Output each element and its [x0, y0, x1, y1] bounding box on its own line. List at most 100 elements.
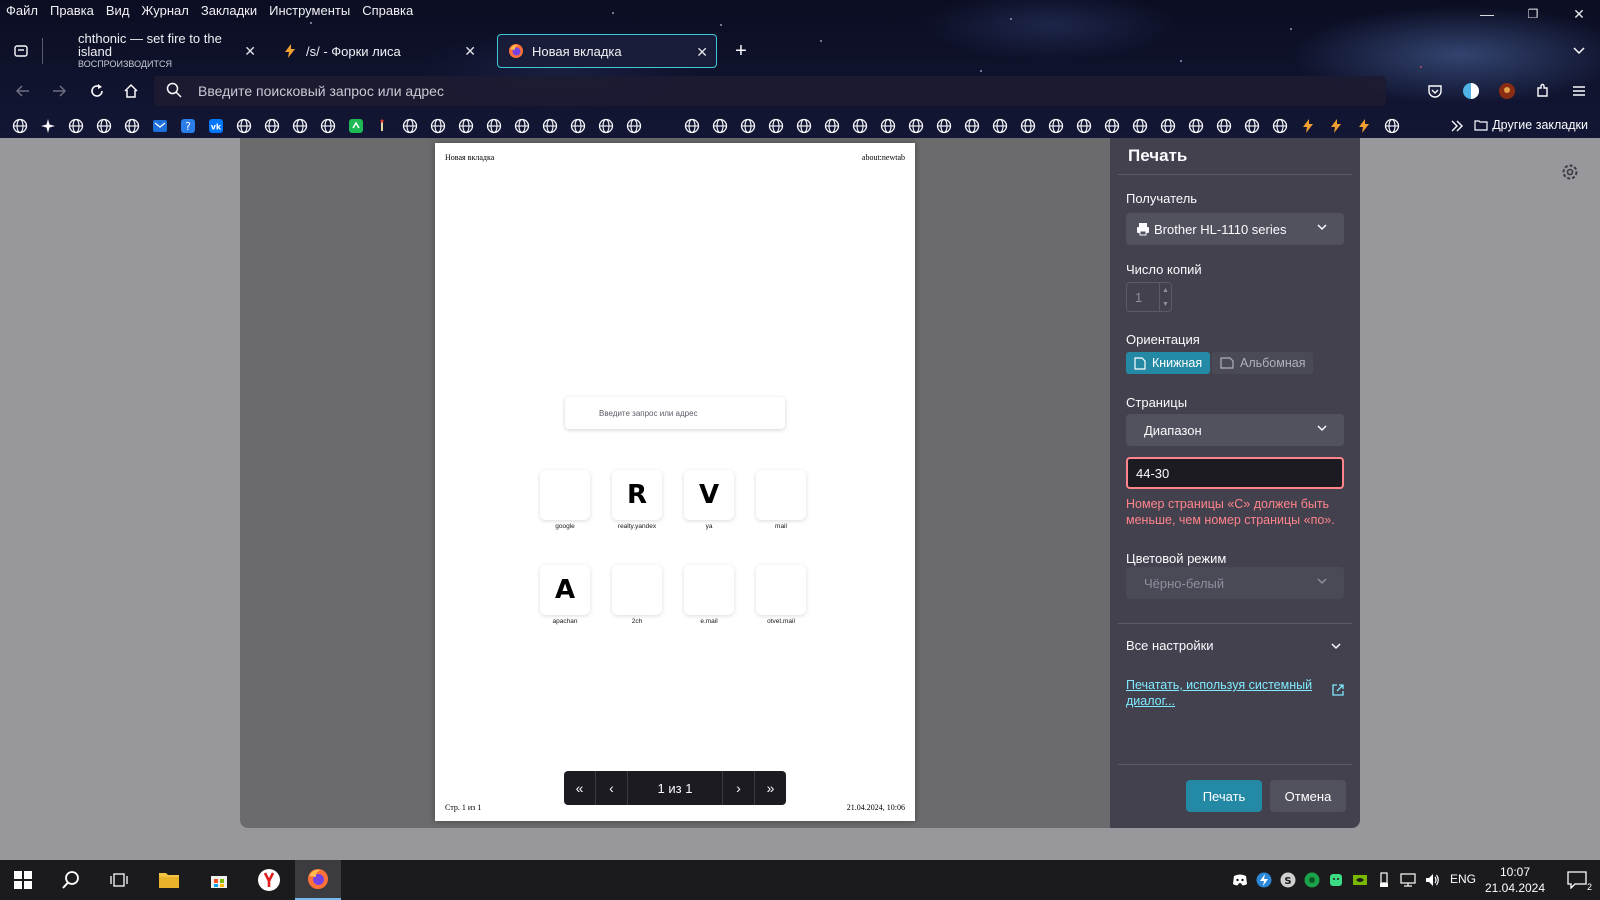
home-button[interactable]	[114, 74, 148, 108]
globe-icon[interactable]	[11, 117, 29, 135]
globe-icon[interactable]	[597, 117, 615, 135]
more-settings-toggle[interactable]: Все настройки	[1126, 633, 1344, 657]
file-explorer-button[interactable]	[146, 860, 192, 900]
copies-stepper[interactable]: ▲ ▼	[1159, 283, 1171, 311]
discord-icon[interactable]	[1232, 872, 1248, 888]
tab-forks[interactable]: /s/ - Форки лиса ✕	[272, 34, 484, 68]
green-app-icon[interactable]	[347, 117, 365, 135]
print-button[interactable]: Печать	[1186, 780, 1262, 812]
globe-icon[interactable]	[1159, 117, 1177, 135]
next-page-button[interactable]: ›	[722, 771, 754, 805]
steam-tray-icon[interactable]: S	[1280, 872, 1296, 888]
page-range-input[interactable]: 44-30	[1126, 457, 1344, 489]
lightning-icon[interactable]	[1299, 117, 1317, 135]
globe-icon[interactable]	[67, 117, 85, 135]
green-shield-icon[interactable]	[1304, 872, 1320, 888]
nvidia-icon[interactable]	[1352, 872, 1368, 888]
globe-icon[interactable]	[625, 117, 643, 135]
external-link-icon[interactable]	[1332, 684, 1344, 696]
cancel-button[interactable]: Отмена	[1270, 780, 1346, 812]
globe-icon[interactable]	[1103, 117, 1121, 135]
globe-icon[interactable]	[485, 117, 503, 135]
volume-icon[interactable]	[1424, 872, 1440, 888]
globe-icon[interactable]	[739, 117, 757, 135]
menu-edit[interactable]: Правка	[50, 3, 94, 18]
network-icon[interactable]	[1400, 872, 1416, 888]
globe-icon[interactable]	[569, 117, 587, 135]
tab-list-icon[interactable]	[4, 34, 38, 68]
globe-icon[interactable]	[401, 117, 419, 135]
globe-icon[interactable]	[711, 117, 729, 135]
globe-icon[interactable]	[291, 117, 309, 135]
globe-icon[interactable]	[541, 117, 559, 135]
other-bookmarks[interactable]: Другие закладки	[1474, 118, 1588, 132]
prev-page-button[interactable]: ‹	[596, 771, 628, 805]
extension-avatar-icon[interactable]	[1490, 74, 1524, 108]
globe-icon[interactable]	[1019, 117, 1037, 135]
minimize-button[interactable]: —	[1464, 0, 1510, 28]
globe-icon[interactable]	[823, 117, 841, 135]
lightning-tray-icon[interactable]	[1256, 872, 1272, 888]
globe-icon[interactable]	[95, 117, 113, 135]
destination-select[interactable]: Brother HL-1110 series	[1126, 213, 1344, 245]
reload-button[interactable]	[80, 74, 114, 108]
forward-button[interactable]	[42, 74, 76, 108]
globe-icon[interactable]	[879, 117, 897, 135]
dark-reader-icon[interactable]	[1454, 74, 1488, 108]
gear-icon[interactable]	[1560, 162, 1580, 182]
menu-bookmarks[interactable]: Закладки	[201, 3, 257, 18]
task-view-button[interactable]	[96, 860, 142, 900]
globe-icon[interactable]	[235, 117, 253, 135]
menu-view[interactable]: Вид	[106, 3, 130, 18]
globe-icon[interactable]	[457, 117, 475, 135]
mail-icon[interactable]	[151, 117, 169, 135]
last-page-button[interactable]: »	[754, 771, 786, 805]
start-button[interactable]	[0, 860, 46, 900]
globe-icon[interactable]	[429, 117, 447, 135]
back-button[interactable]	[6, 74, 40, 108]
system-dialog-link[interactable]: Печатать, используя системный диалог...	[1126, 677, 1316, 709]
globe-icon[interactable]	[963, 117, 981, 135]
globe-icon[interactable]	[851, 117, 869, 135]
list-all-tabs-icon[interactable]	[1562, 34, 1596, 68]
menu-history[interactable]: Журнал	[141, 3, 188, 18]
usb-device-icon[interactable]	[1376, 872, 1392, 888]
globe-icon[interactable]	[683, 117, 701, 135]
globe-icon[interactable]	[1047, 117, 1065, 135]
yandex-browser-button[interactable]	[246, 860, 292, 900]
app-menu-icon[interactable]	[1562, 74, 1596, 108]
pin-icon[interactable]	[373, 117, 391, 135]
pocket-icon[interactable]	[1418, 74, 1452, 108]
globe-icon[interactable]	[319, 117, 337, 135]
orientation-portrait-button[interactable]: Книжная	[1126, 352, 1211, 374]
close-window-button[interactable]: ✕	[1556, 0, 1600, 28]
copies-input[interactable]: 1 ▲ ▼	[1126, 282, 1172, 312]
globe-icon[interactable]	[123, 117, 141, 135]
globe-icon[interactable]	[935, 117, 953, 135]
restore-button[interactable]: ❐	[1510, 0, 1556, 28]
menu-tools[interactable]: Инструменты	[269, 3, 350, 18]
overflow-chevron-icon[interactable]	[1448, 117, 1466, 135]
new-tab-button[interactable]: +	[724, 34, 758, 68]
close-tab-icon[interactable]: ✕	[696, 44, 708, 61]
menu-help[interactable]: Справка	[362, 3, 413, 18]
android-icon[interactable]	[1328, 872, 1344, 888]
url-bar[interactable]: Введите поисковый запрос или адрес	[154, 76, 1386, 106]
globe-icon[interactable]	[1383, 117, 1401, 135]
clock[interactable]: 10:07 21.04.2024	[1476, 864, 1554, 896]
menu-file[interactable]: Файл	[6, 3, 38, 18]
globe-icon[interactable]	[1187, 117, 1205, 135]
input-language[interactable]: ENG	[1450, 872, 1476, 886]
globe-icon[interactable]	[1075, 117, 1093, 135]
lightning-icon[interactable]	[1327, 117, 1345, 135]
pages-select[interactable]: Диапазон	[1126, 414, 1344, 446]
search-taskbar-button[interactable]	[48, 860, 94, 900]
first-page-button[interactable]: «	[564, 771, 596, 805]
tab-new-tab[interactable]: Новая вкладка ✕	[497, 34, 717, 68]
globe-icon[interactable]	[263, 117, 281, 135]
question-icon[interactable]: ?	[179, 117, 197, 135]
close-tab-icon[interactable]: ✕	[244, 43, 256, 60]
globe-icon[interactable]	[513, 117, 531, 135]
vk-icon[interactable]: vk	[207, 117, 225, 135]
tab-music[interactable]: chthonic — set fire to the island ВОСПРО…	[68, 32, 264, 69]
